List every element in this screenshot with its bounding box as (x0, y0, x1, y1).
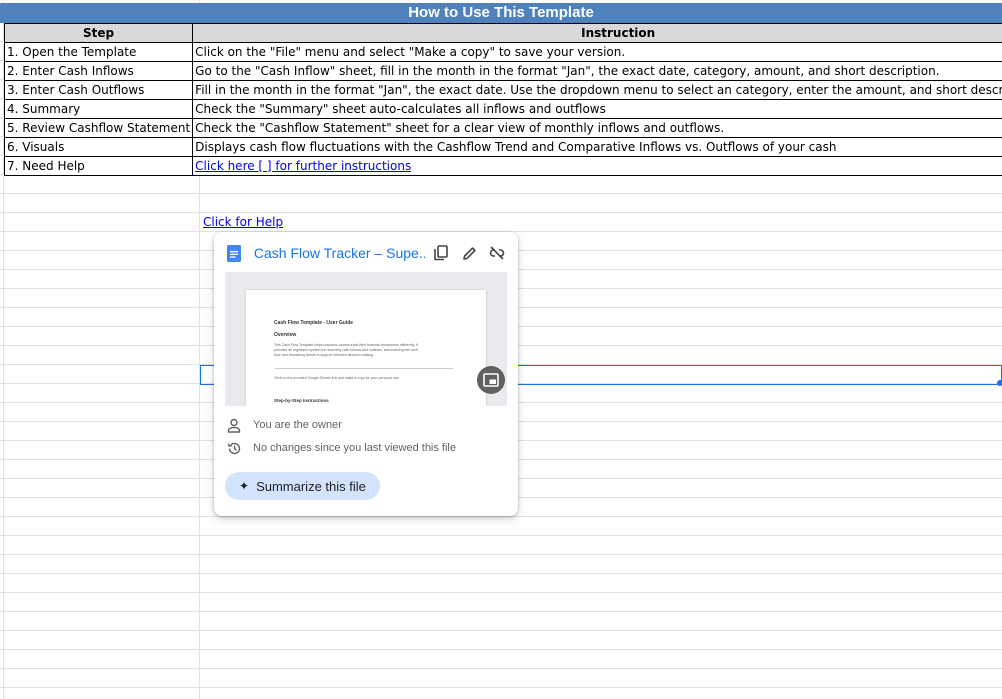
step-cell[interactable]: 7. Need Help (3, 156, 194, 176)
changes-info: No changes since you last viewed this fi… (226, 440, 456, 456)
instruction-cell[interactable]: Check the "Cashflow Statement" sheet for… (192, 118, 1002, 138)
document-preview[interactable]: Cash Flow Template - User Guide Overview… (225, 272, 507, 406)
column-header-step[interactable]: Step (3, 23, 194, 43)
table-row[interactable]: 7. Need Help Click here [ ] for further … (3, 156, 1002, 176)
remove-link-button[interactable] (486, 242, 508, 264)
table-header-row: Step Instruction (3, 23, 1002, 43)
column-header-instruction[interactable]: Instruction (192, 23, 1002, 43)
owner-info: You are the owner (226, 417, 342, 433)
history-icon (226, 440, 242, 456)
unlink-icon (489, 246, 505, 260)
file-title-link[interactable]: Cash Flow Tracker – Supe... (254, 245, 425, 261)
step-cell[interactable]: 1. Open the Template (3, 42, 194, 62)
instructions-table: Step Instruction 1. Open the Template Cl… (3, 23, 1002, 176)
copy-link-button[interactable] (431, 242, 453, 264)
table-row[interactable]: 3. Enter Cash Outflows Fill in the month… (3, 80, 1002, 100)
preview-overview-text: flow, and visualizing trends to support … (274, 353, 374, 357)
changes-text: No changes since you last viewed this fi… (253, 442, 456, 454)
table-row[interactable]: 1. Open the Template Click on the "File"… (3, 42, 1002, 62)
summarize-label: Summarize this file (256, 478, 366, 494)
preview-step-text: Click on the provided Google Sheets link… (274, 376, 400, 380)
table-row[interactable]: 4. Summary Check the "Summary" sheet aut… (3, 99, 1002, 119)
step-cell[interactable]: 2. Enter Cash Inflows (3, 61, 194, 81)
instruction-cell[interactable]: Displays cash flow fluctuations with the… (192, 137, 1002, 157)
card-header: Cash Flow Tracker – Supe... (224, 242, 508, 264)
owner-text: You are the owner (253, 419, 342, 431)
step-cell[interactable]: 6. Visuals (3, 137, 194, 157)
picture-in-picture-icon (483, 373, 499, 387)
table-row[interactable]: 5. Review Cashflow Statement Check the "… (3, 118, 1002, 138)
step-cell[interactable]: 4. Summary (3, 99, 194, 119)
instruction-cell[interactable]: Fill in the month in the format "Jan", t… (192, 80, 1002, 100)
step-cell[interactable]: 3. Enter Cash Outflows (3, 80, 194, 100)
table-row[interactable]: 2. Enter Cash Inflows Go to the "Cash In… (3, 61, 1002, 81)
instructions-link[interactable]: Click here [ ] for further instructions (195, 159, 411, 173)
instruction-cell[interactable]: Go to the "Cash Inflow" sheet, fill in t… (192, 61, 1002, 81)
preview-overview-text: provides an organized system for recordi… (274, 348, 418, 352)
preview-steps-heading: Step-by-Step Instructions (274, 398, 329, 403)
step-cell[interactable]: 5. Review Cashflow Statement (3, 118, 194, 138)
pencil-icon (462, 246, 476, 260)
preview-divider (274, 368, 454, 369)
edit-link-button[interactable] (458, 242, 480, 264)
fill-handle[interactable] (997, 380, 1002, 386)
page-title: How to Use This Template (0, 3, 1002, 23)
table-row[interactable]: 6. Visuals Displays cash flow fluctuatio… (3, 137, 1002, 157)
document-page-thumbnail: Cash Flow Template - User Guide Overview… (246, 290, 486, 406)
instruction-cell[interactable]: Check the "Summary" sheet auto-calculate… (192, 99, 1002, 119)
preview-doc-title: Cash Flow Template - User Guide (274, 320, 354, 326)
sparkle-icon: ✦ (239, 479, 250, 493)
google-doc-icon (226, 244, 242, 262)
link-preview-card: Cash Flow Tracker – Supe... Cash Flow Te… (214, 232, 518, 516)
preview-overview-text: This Cash Flow Template helps business o… (274, 343, 418, 347)
instruction-cell[interactable]: Click here [ ] for further instructions (192, 156, 1002, 176)
copy-icon (434, 245, 449, 261)
help-link[interactable]: Click for Help (203, 215, 284, 229)
person-icon (226, 417, 242, 433)
summarize-file-button[interactable]: ✦ Summarize this file (225, 472, 380, 500)
open-preview-button[interactable] (477, 366, 505, 394)
preview-overview-heading: Overview (274, 332, 297, 338)
instruction-cell[interactable]: Click on the "File" menu and select "Mak… (192, 42, 1002, 62)
